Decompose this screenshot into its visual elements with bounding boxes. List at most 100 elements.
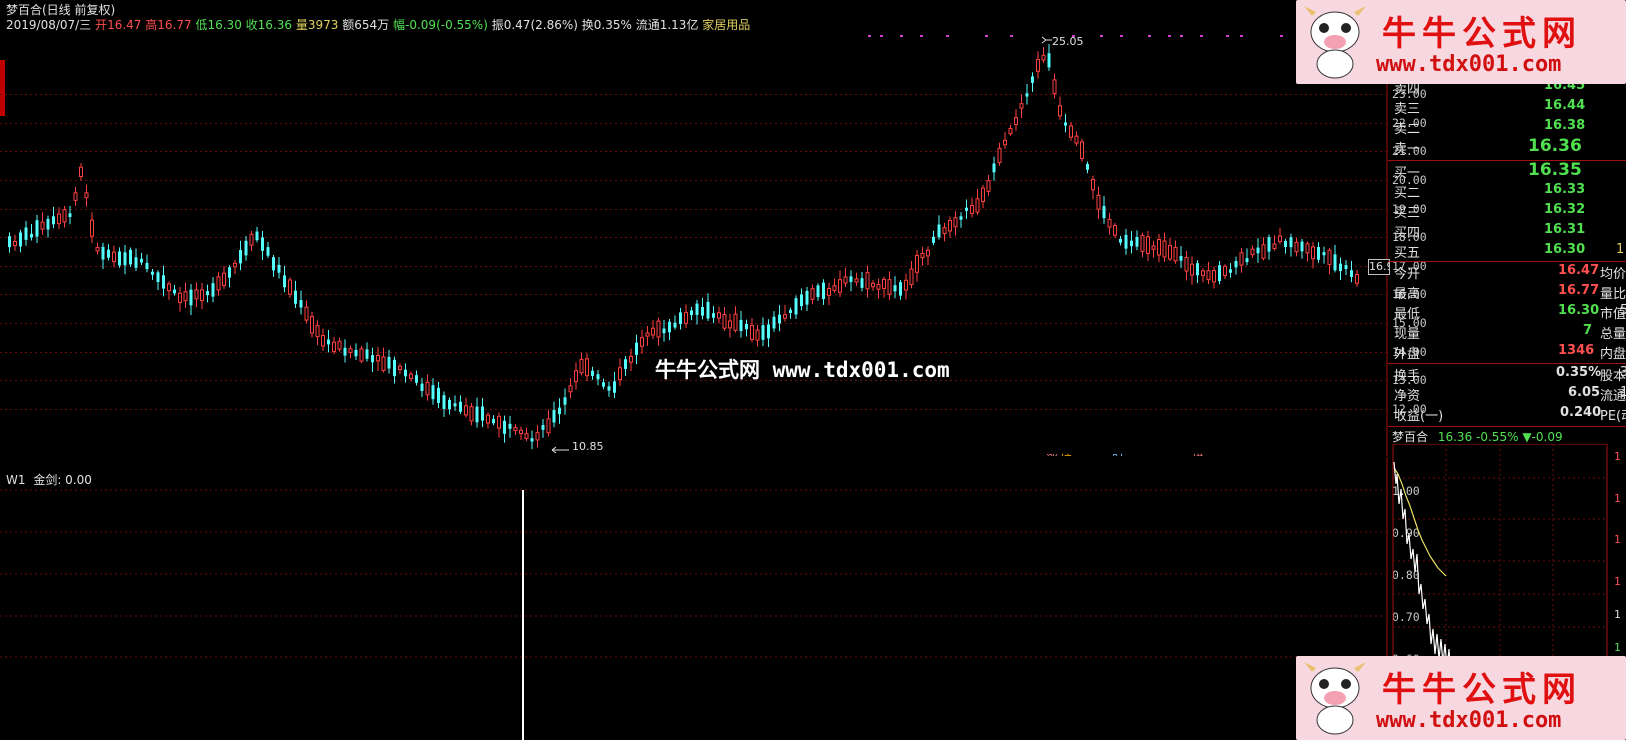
candle-body <box>613 381 616 393</box>
candle-body <box>431 385 435 400</box>
candlestick-chart[interactable]: 25.05 10.85 涨 榜 财 增 <box>0 0 1388 456</box>
candle-body <box>359 348 364 362</box>
candle-body <box>272 257 275 271</box>
ask-row[interactable]: 卖二 16.38 <box>1388 118 1626 138</box>
candle-body <box>1201 270 1205 276</box>
candle-body <box>228 267 231 278</box>
candle-body <box>420 383 424 391</box>
bid-row[interactable]: 买一 16.35 <box>1388 160 1626 182</box>
candle-body <box>893 285 897 292</box>
stat-row: 最高 16.77 量比 <box>1394 283 1626 302</box>
ask-row[interactable]: 卖一 16.36 <box>1388 136 1626 158</box>
candle-body <box>1284 240 1287 248</box>
bid-row[interactable]: 买二 16.33 <box>1388 182 1626 202</box>
mini-chart-delta: ▼-0.09 <box>1522 430 1563 444</box>
candle-body <box>464 405 468 416</box>
candle-body <box>887 279 892 295</box>
candle-body <box>343 347 347 356</box>
event-tag-increase[interactable]: 增 <box>1192 453 1204 456</box>
candle-body <box>261 237 264 251</box>
signal-dot <box>1120 35 1123 37</box>
candle-body <box>140 258 143 263</box>
candle-body <box>800 294 803 307</box>
candle-body <box>118 251 121 266</box>
candle-body <box>656 320 661 338</box>
candle-body <box>563 397 567 405</box>
bid-row[interactable]: 买四 16.31 <box>1388 222 1626 242</box>
signal-dot <box>1148 35 1151 37</box>
candle-body <box>1344 265 1348 270</box>
candle-body <box>8 236 11 248</box>
candle-body <box>112 251 116 263</box>
candle-body <box>173 289 176 294</box>
candle-body <box>1322 252 1326 256</box>
candle-body <box>1058 105 1062 117</box>
high-arrow-icon <box>1041 36 1052 44</box>
candle-body <box>398 365 402 371</box>
candle-body <box>822 282 825 300</box>
event-tag-limit[interactable]: 涨 <box>1046 452 1058 456</box>
candle-body <box>535 432 540 441</box>
candle-body <box>645 332 650 337</box>
candle-body <box>299 300 303 308</box>
candle-body <box>778 314 781 324</box>
stat-row: 换手 0.35% 股本 3 <box>1394 365 1626 384</box>
stat-row: 最低 16.30 市值 5 <box>1394 303 1626 322</box>
candle-body <box>965 207 968 211</box>
candle-body <box>904 279 908 291</box>
candle-body <box>816 285 820 298</box>
candle-body <box>739 319 743 332</box>
candle-body <box>310 316 314 334</box>
candle-body <box>239 250 242 264</box>
axis-tick: 1 <box>1614 533 1621 546</box>
candle-body <box>1333 254 1337 271</box>
candle-body <box>1179 256 1183 261</box>
candle-body <box>1223 265 1227 276</box>
candle-body <box>46 218 50 230</box>
candle-body <box>1162 240 1167 258</box>
section-divider <box>1388 426 1626 427</box>
candle-body <box>937 224 941 238</box>
candle-body <box>1173 247 1178 262</box>
candle-body <box>1272 243 1277 250</box>
candle-body <box>1256 247 1260 254</box>
quote-panel: 卖四 16.45 卖三 16.44 卖二 16.38 卖一 16.36 买一 16.35 … <box>1388 78 1626 393</box>
event-tag-finance[interactable]: 财 <box>1112 453 1124 456</box>
candle-body <box>789 309 792 313</box>
candle-body <box>712 313 715 318</box>
candle-body <box>13 240 17 247</box>
candle-body <box>552 410 556 423</box>
candle-body <box>624 359 627 369</box>
signal-dot <box>1168 35 1171 37</box>
quote-panel-stats2: 换手0.35%股本3 净资6.05流通1 收益(一)0.240PE(动) <box>1388 365 1626 425</box>
stat-row: 净资 6.05 流通 1 <box>1394 385 1626 404</box>
candle-body <box>574 370 578 383</box>
candle-body <box>425 381 430 396</box>
axis-tick: 1 <box>1614 608 1621 621</box>
candle-body <box>68 213 72 217</box>
candle-body <box>513 427 518 432</box>
event-tag-rank[interactable]: 榜 <box>1060 452 1072 456</box>
candle-body <box>1327 249 1332 265</box>
indicator-chart[interactable] <box>0 457 1388 740</box>
candle-body <box>304 306 309 321</box>
candle-body <box>953 217 958 228</box>
candle-body <box>404 369 407 377</box>
candle-body <box>1014 117 1018 125</box>
candle-body <box>591 370 594 376</box>
candle-body <box>679 312 682 325</box>
candle-body <box>942 227 947 235</box>
candle-body <box>1196 263 1199 276</box>
candle-body <box>981 187 985 203</box>
candle-body <box>294 290 297 304</box>
candle-body <box>371 355 374 363</box>
candle-body <box>772 316 776 329</box>
low-arrow-icon <box>551 446 569 454</box>
last-price-tag: 16.9 <box>1368 259 1390 275</box>
bid-row[interactable]: 买三 16.32 <box>1388 202 1626 222</box>
candle-body <box>524 433 529 439</box>
bid-row[interactable]: 买五 16.30 1 <box>1388 242 1626 262</box>
candle-body <box>767 324 770 339</box>
ask-row[interactable]: 卖三 16.44 <box>1388 98 1626 118</box>
candle-body <box>530 438 534 442</box>
